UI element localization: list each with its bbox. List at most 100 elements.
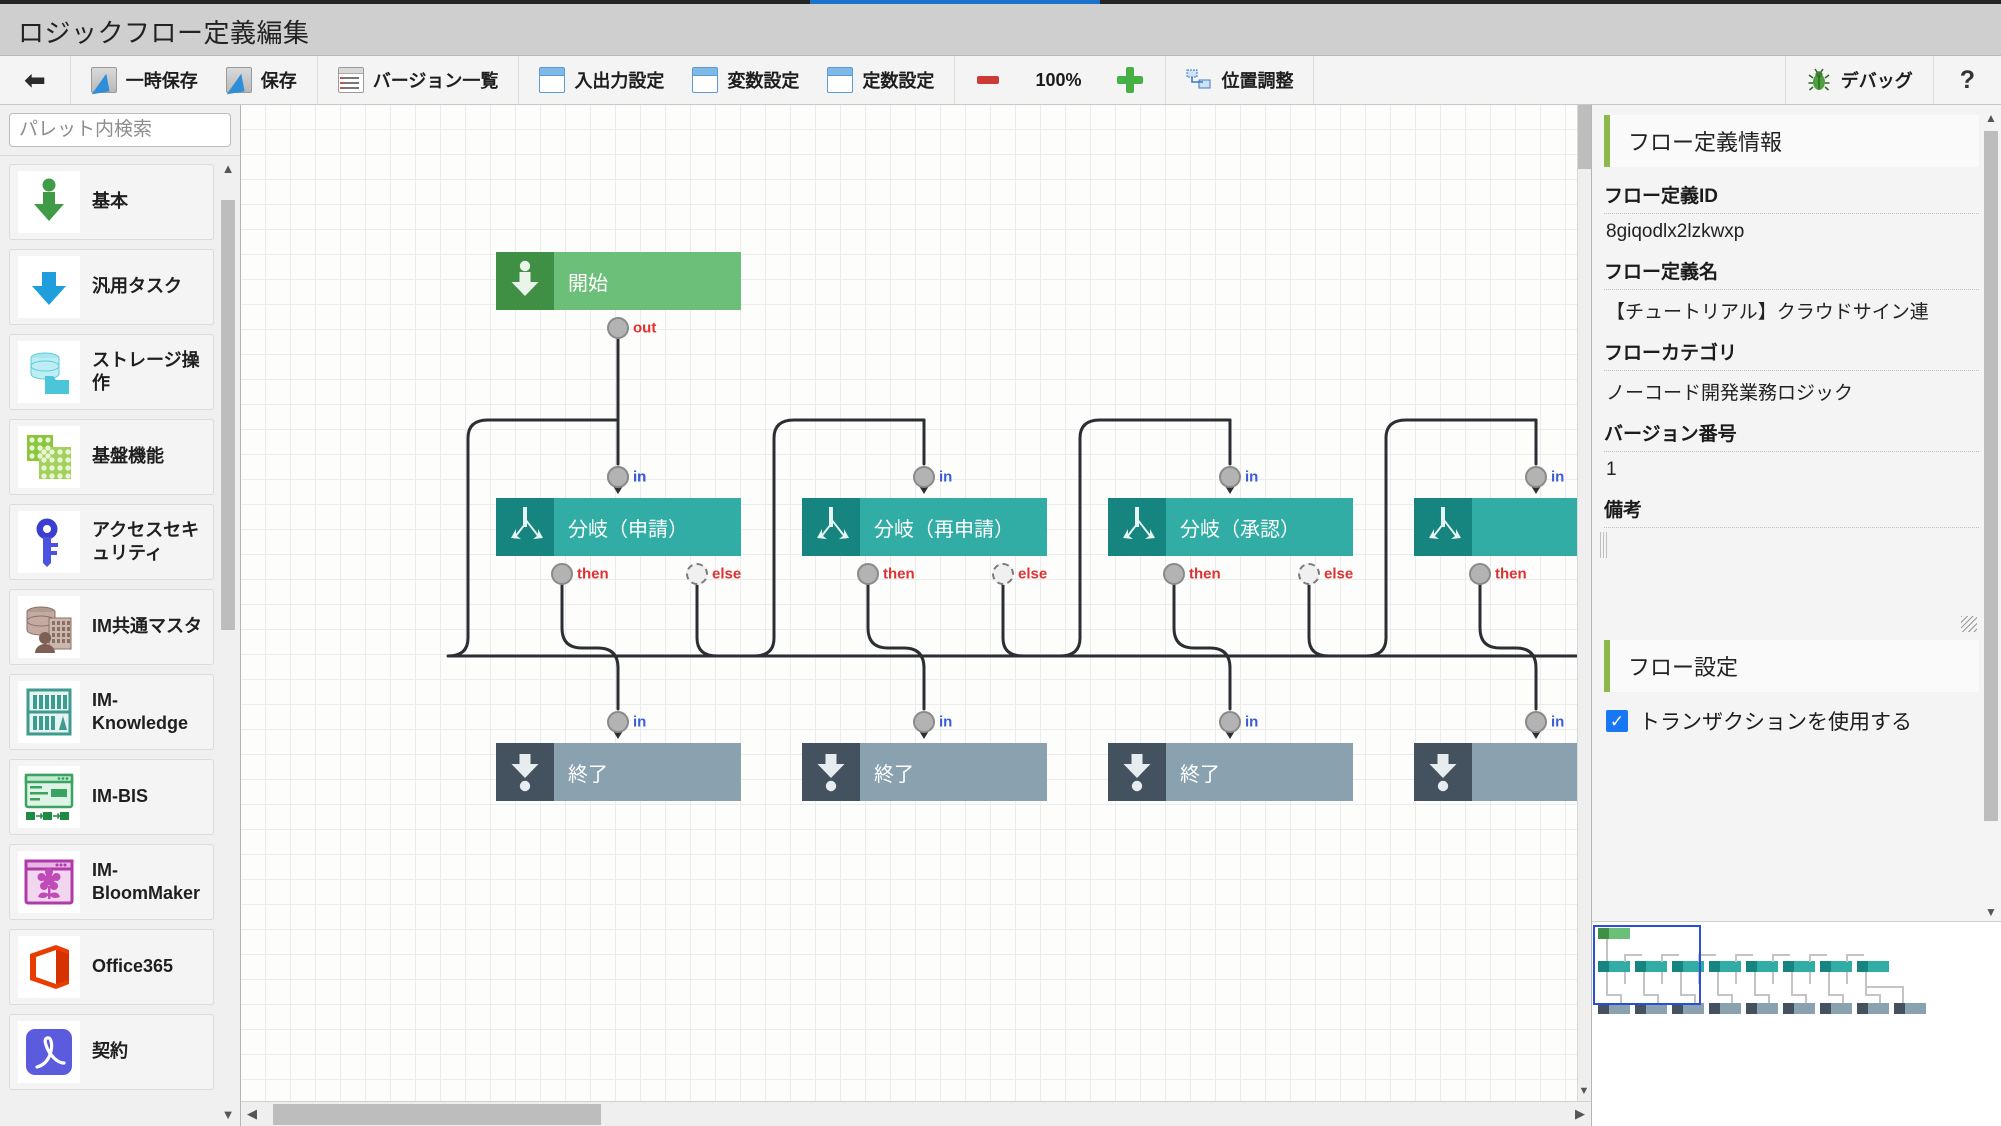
io-settings-button[interactable]: 入出力設定 xyxy=(525,56,678,104)
minimap-connector xyxy=(1717,994,1731,996)
minimap-node-end-5 xyxy=(1746,1003,1778,1014)
end-node-icon xyxy=(802,743,860,801)
window-titlebar: ロジックフロー定義編集 xyxy=(0,8,2001,56)
port-else[interactable] xyxy=(1298,563,1320,585)
save-button[interactable]: 保存 xyxy=(212,56,311,104)
properties-scroll-up-icon[interactable]: ▲ xyxy=(1983,109,1999,127)
palette-scroll-down-icon[interactable]: ▼ xyxy=(220,1104,236,1124)
palette-scroll-up-icon[interactable]: ▲ xyxy=(220,158,236,178)
canvas-scroll-down-icon[interactable]: ▼ xyxy=(1577,1082,1591,1100)
canvas-horizontal-scrollbar[interactable]: ◀ ▶ xyxy=(241,1101,1591,1126)
flow-node-n-br1[interactable]: 分岐（申請） xyxy=(496,498,741,556)
flow-node-n-end3[interactable]: 終了 xyxy=(1108,743,1353,801)
page-title: ロジックフロー定義編集 xyxy=(18,18,310,48)
use-transaction-checkbox[interactable] xyxy=(1606,710,1628,732)
canvas-hscroll-thumb[interactable] xyxy=(273,1103,601,1125)
temp-save-button[interactable]: 一時保存 xyxy=(77,56,212,104)
minimap-connector xyxy=(1772,972,1774,984)
canvas-scroll-right-icon[interactable]: ▶ xyxy=(1569,1106,1591,1122)
palette-item-label: 契約 xyxy=(92,1041,128,1062)
port-out[interactable] xyxy=(607,317,629,339)
back-arrow-icon: ⬅ xyxy=(24,65,46,95)
properties-scrollbar[interactable]: ▲ ▼ xyxy=(1983,109,1999,921)
active-tab-accent xyxy=(810,0,1100,4)
debug-button[interactable]: デバッグ xyxy=(1792,56,1927,104)
port-in[interactable] xyxy=(607,711,629,733)
io-settings-icon xyxy=(539,67,566,93)
flow-node-n-end1[interactable]: 終了 xyxy=(496,743,741,801)
port-then[interactable] xyxy=(1469,563,1491,585)
remarks-resize-handle-icon[interactable] xyxy=(1961,616,1977,632)
variable-settings-button[interactable]: 変数設定 xyxy=(678,56,813,104)
port-in[interactable] xyxy=(1219,466,1241,488)
minimap-node-start xyxy=(1598,928,1630,939)
properties-scroll-down-icon[interactable]: ▼ xyxy=(1983,903,1999,921)
properties-scroll-thumb[interactable] xyxy=(1984,131,1998,821)
port-in[interactable] xyxy=(913,711,935,733)
minimap-connector xyxy=(1735,972,1737,984)
zoom-in-button[interactable] xyxy=(1101,56,1159,104)
flow-node-n-br4[interactable] xyxy=(1414,498,1591,556)
branch-node-icon xyxy=(1108,498,1166,556)
palette-item-4[interactable]: 基盤機能 xyxy=(9,419,214,495)
temp-save-icon xyxy=(90,67,117,93)
palette-item-7[interactable]: IM-Knowledge xyxy=(9,674,214,750)
palette-item-10[interactable]: Office365 xyxy=(9,929,214,1005)
palette-item-5[interactable]: アクセスセキュリティ xyxy=(9,504,214,580)
port-in[interactable] xyxy=(1525,466,1547,488)
palette-item-6[interactable]: IM共通マスタ xyxy=(9,589,214,665)
palette-search-input[interactable] xyxy=(9,113,231,147)
port-then[interactable] xyxy=(1163,563,1185,585)
minimap-node-icon xyxy=(1598,961,1609,972)
minimap-canvas xyxy=(1592,922,2001,1062)
palette-item-9[interactable]: IM-BloomMaker xyxy=(9,844,214,920)
flow-definition-name-field: フロー定義名 【チュートリアル】クラウドサイン連 xyxy=(1604,249,1979,330)
use-transaction-row[interactable]: トランザクションを使用する xyxy=(1604,698,1979,744)
flow-node-n-br3[interactable]: 分岐（承認） xyxy=(1108,498,1353,556)
port-in[interactable] xyxy=(1219,711,1241,733)
version-number-label: バージョン番号 xyxy=(1604,411,1979,452)
port-then[interactable] xyxy=(551,563,573,585)
constant-settings-button[interactable]: 定数設定 xyxy=(813,56,948,104)
minimap-node-end-2 xyxy=(1635,1003,1667,1014)
palette-item-3[interactable]: ストレージ操作 xyxy=(9,334,214,410)
start-node-icon xyxy=(496,252,554,310)
palette-scrollbar[interactable]: ▲ ▼ xyxy=(220,156,236,1126)
flow-node-n-start[interactable]: 開始 xyxy=(496,252,741,310)
minimap-node-branch-5 xyxy=(1746,961,1778,972)
align-button[interactable]: 位置調整 xyxy=(1172,56,1307,104)
green-grid-icon xyxy=(18,426,80,488)
palette-item-2[interactable]: 汎用タスク xyxy=(9,249,214,325)
palette-scroll-thumb[interactable] xyxy=(221,200,235,630)
version-number-value: 1 xyxy=(1606,459,1617,480)
palette-item-11[interactable]: 契約 xyxy=(9,1014,214,1090)
palette-item-1[interactable]: 基本 xyxy=(9,164,214,240)
remarks-textarea[interactable] xyxy=(1600,528,1979,640)
canvas-vscroll-thumb[interactable] xyxy=(1578,105,1591,169)
port-in[interactable] xyxy=(1525,711,1547,733)
canvas-scroll-left-icon[interactable]: ◀ xyxy=(241,1106,263,1122)
port-then[interactable] xyxy=(857,563,879,585)
minimap-node-icon xyxy=(1746,961,1757,972)
version-list-button[interactable]: バージョン一覧 xyxy=(324,56,513,104)
flow-canvas[interactable]: 開始 分岐（申請） 分岐（再申請） 分岐（承認） 終了 終了 終了 out in then else… xyxy=(241,105,1591,1126)
minimap[interactable] xyxy=(1592,921,2001,1126)
canvas-hscroll-track[interactable] xyxy=(263,1103,1569,1126)
branch-node-icon xyxy=(1414,498,1472,556)
flow-node-label: 終了 xyxy=(874,763,914,786)
palette-item-8[interactable]: IM-BIS xyxy=(9,759,214,835)
port-in[interactable] xyxy=(607,466,629,488)
minimap-connector xyxy=(1606,994,1620,996)
debug-label: デバッグ xyxy=(1840,71,1913,91)
flow-node-n-br2[interactable]: 分岐（再申請） xyxy=(802,498,1047,556)
port-in[interactable] xyxy=(913,466,935,488)
minimap-connector xyxy=(1865,972,1867,986)
flow-node-n-end4[interactable] xyxy=(1414,743,1591,801)
help-button[interactable]: ? xyxy=(1940,66,1995,95)
canvas-vertical-scrollbar[interactable] xyxy=(1577,105,1591,1101)
port-else[interactable] xyxy=(686,563,708,585)
port-else[interactable] xyxy=(992,563,1014,585)
zoom-out-button[interactable] xyxy=(961,56,1015,104)
flow-node-n-end2[interactable]: 終了 xyxy=(802,743,1047,801)
back-button[interactable]: ⬅ xyxy=(6,56,64,104)
